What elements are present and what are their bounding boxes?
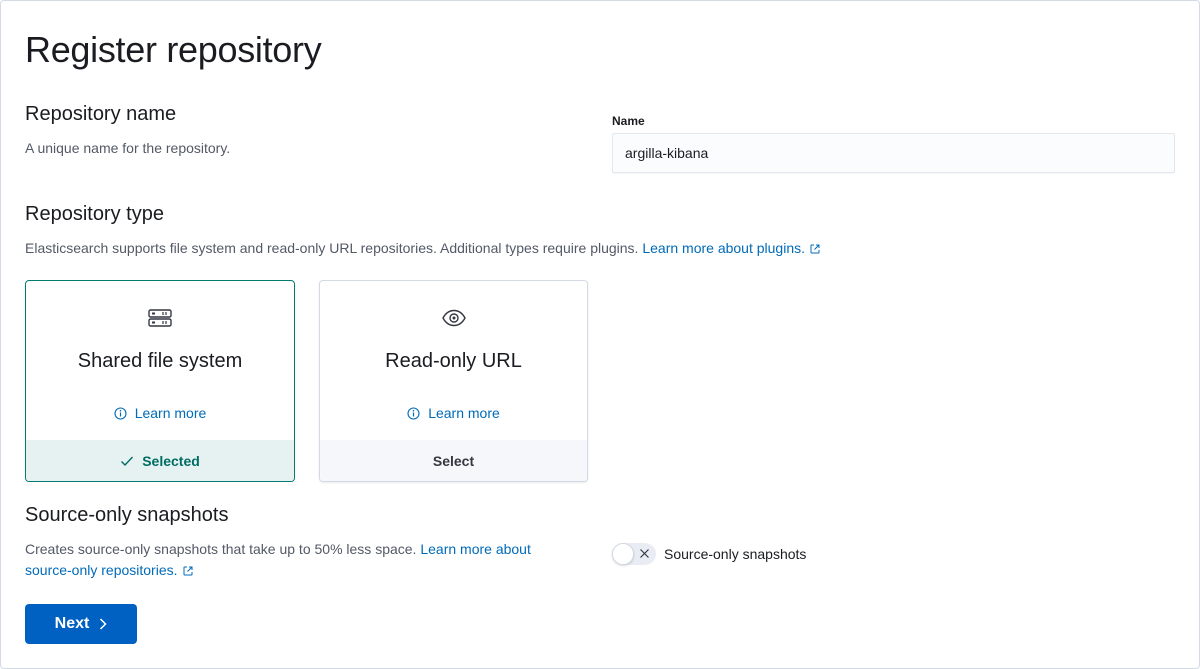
shared-file-system-card[interactable]: Shared file system Learn more Selected <box>25 280 295 482</box>
name-field[interactable] <box>612 133 1175 173</box>
repository-type-description-text: Elasticsearch supports file system and r… <box>25 240 639 256</box>
learn-more-label: Learn more <box>428 405 500 421</box>
source-only-description: Creates source-only snapshots that take … <box>25 539 585 581</box>
selected-label: Selected <box>142 452 200 469</box>
cross-icon <box>640 549 649 558</box>
plugins-link-label: Learn more about plugins. <box>642 240 806 256</box>
card-title: Shared file system <box>77 350 243 372</box>
plugins-link[interactable]: Learn more about plugins. <box>642 240 821 256</box>
source-only-link-line1: Learn more about <box>420 541 531 557</box>
info-icon <box>407 407 420 420</box>
select-button[interactable]: Select <box>320 440 587 481</box>
source-only-description-text: Creates source-only snapshots that take … <box>25 541 417 557</box>
source-only-toggle[interactable] <box>612 543 656 565</box>
source-only-title: Source-only snapshots <box>25 504 229 526</box>
next-button-label: Next <box>54 615 90 632</box>
read-only-url-card[interactable]: Read-only URL Learn more Select <box>319 280 588 482</box>
repository-name-description: A unique name for the repository. <box>25 140 231 156</box>
learn-more-link[interactable]: Learn more <box>26 405 294 421</box>
learn-more-link[interactable]: Learn more <box>320 405 587 421</box>
chevron-right-icon <box>100 618 107 630</box>
storage-icon <box>148 309 172 327</box>
eye-icon <box>441 309 466 327</box>
select-label: Select <box>432 452 475 469</box>
name-field-label: Name <box>612 114 645 128</box>
next-button[interactable]: Next <box>25 604 137 644</box>
learn-more-label: Learn more <box>134 405 207 421</box>
source-only-toggle-row: Source-only snapshots <box>612 543 806 565</box>
selected-button[interactable]: Selected <box>26 440 294 481</box>
repository-type-description: Elasticsearch supports file system and r… <box>25 238 821 259</box>
page-title: Register repository <box>25 29 322 70</box>
repository-type-title: Repository type <box>25 203 164 225</box>
check-icon <box>121 456 134 466</box>
external-link-icon <box>183 566 193 576</box>
source-only-link-line2: source-only repositories. <box>25 562 178 578</box>
source-only-toggle-label: Source-only snapshots <box>664 546 807 562</box>
external-link-icon <box>810 244 820 254</box>
info-icon <box>114 407 127 420</box>
repository-name-title: Repository name <box>25 103 177 125</box>
toggle-knob <box>612 543 634 565</box>
card-title: Read-only URL <box>385 350 522 372</box>
